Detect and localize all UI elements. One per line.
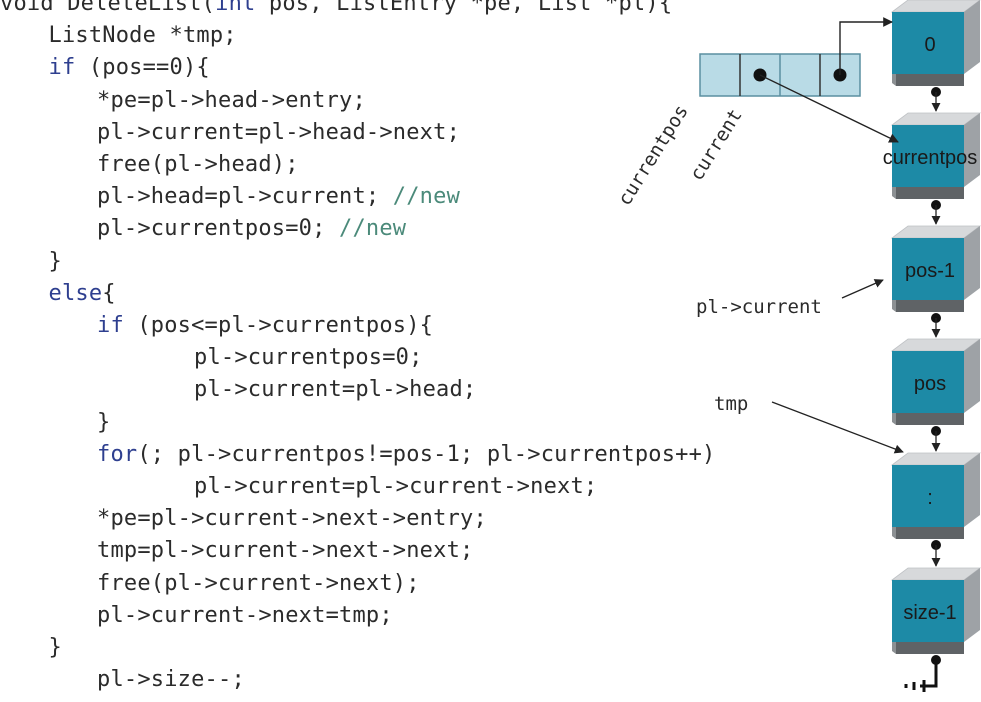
node-base-edge — [892, 642, 896, 654]
node-label: 0 — [924, 34, 935, 56]
node-stack: 0 currentpos pos-1 pos: size-1 — [883, 0, 981, 665]
node-label: pos — [914, 373, 946, 395]
node-label: : — [927, 487, 933, 509]
node-label: currentpos — [883, 147, 978, 169]
node-next-field — [896, 300, 964, 312]
list-node: currentpos — [883, 112, 981, 210]
struct-label-currentpos: currentpos — [614, 101, 693, 210]
list-node: pos — [890, 338, 981, 436]
list-node: 0 — [890, 0, 981, 97]
node-base-edge — [892, 413, 896, 425]
node-side-face — [964, 226, 980, 300]
list-node: size-1 — [890, 567, 981, 665]
node-next-field — [896, 413, 964, 425]
node-next-field — [896, 187, 964, 199]
list-node: : — [890, 452, 981, 550]
node-side-face — [964, 453, 980, 527]
node-side-face — [964, 0, 980, 74]
tmp-label: tmp — [714, 393, 748, 415]
node-label: size-1 — [903, 602, 956, 624]
node-next-field — [896, 527, 964, 539]
node-next-field — [896, 74, 964, 86]
list-struct: currentpos current — [614, 53, 861, 210]
linked-list-diagram: currentpos current 0 currentpos pos-1 pos: s… — [614, 0, 981, 692]
node-next-field — [896, 642, 964, 654]
node-base-edge — [892, 300, 896, 312]
node-label: pos-1 — [905, 260, 955, 282]
node-side-face — [964, 339, 980, 413]
pl-current-label: pl->current — [696, 296, 822, 318]
null-terminator — [904, 662, 938, 692]
node-base-edge — [892, 527, 896, 539]
list-node: pos-1 — [890, 225, 981, 323]
node-base-edge — [892, 74, 896, 86]
tmp-arrow — [771, 401, 904, 454]
node-base-edge — [892, 187, 896, 199]
node-side-face — [964, 568, 980, 642]
struct-label-current: current — [686, 105, 747, 185]
pl-current-arrow — [841, 279, 884, 299]
